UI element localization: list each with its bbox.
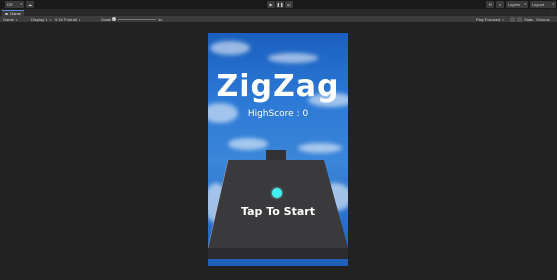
game-viewport: ZigZag HighScore : 0 Tap To Start [0,23,557,280]
chevron-down-icon: ▾ [552,2,554,6]
mute-audio-toggle[interactable] [510,17,515,22]
tab-menu-button[interactable]: ⋮ [550,10,554,15]
scale-label-text: Scale [101,17,112,22]
step-icon: ▸| [287,1,291,7]
game-view-controlbar: Game ▾ Display 1 ▾ 9:16 Portrait ▾ Scale… [0,16,557,23]
chevron-down-icon: ▾ [15,17,18,22]
pause-button[interactable]: ❚❚ [276,1,284,8]
chevron-down-icon: ▾ [502,17,504,22]
platform-top [208,160,348,248]
chevron-down-icon: ▾ [78,17,81,22]
account-label: DR [7,1,13,7]
resolution-dropdown[interactable]: 9:16 Portrait ▾ [55,16,80,23]
scale-label: Scale [101,16,111,23]
ball [272,188,282,198]
display-mode-dropdown[interactable]: Game ▾ [3,16,17,23]
scale-slider-handle[interactable] [112,17,116,21]
layout-dropdown[interactable]: Layout ▾ [530,1,556,8]
layers-dropdown[interactable]: Layers ▾ [506,1,528,8]
history-icon: ⟲ [488,1,492,7]
stats-toggle[interactable]: Stats [524,16,533,23]
search-icon: ⌕ [498,1,502,7]
scale-slider-track[interactable] [118,19,156,20]
platform [208,150,348,259]
cloud-button[interactable]: ☁ [26,1,34,8]
play-icon: ▶ [269,1,273,7]
collab-button[interactable]: ⟲ [486,1,494,8]
layout-label: Layout [532,1,545,7]
account-button[interactable]: DR ▾ [5,1,24,8]
play-button[interactable]: ▶ [267,1,275,8]
play-focused-dropdown[interactable]: Play Focused ▾ [476,16,504,23]
chevron-down-icon: ▾ [524,2,526,6]
gamepad-icon [5,12,8,15]
play-focused-label: Play Focused [476,17,501,22]
platform-side [208,248,348,259]
window-tab-strip: Game ⋮ [0,9,557,16]
gizmos-label: Gizmos [536,17,550,22]
main-toolbar: DR ▾ ☁ ▶ ❚❚ ▸| ⟲ ⌕ Layers ▾ Layout ▾ [0,0,557,9]
display-mode-label: Game [3,17,14,22]
chevron-down-icon: ▾ [20,2,22,6]
game-title: ZigZag [216,69,340,104]
display-label: Display 1 [31,17,48,22]
chevron-down-icon: ▾ [49,17,51,22]
more-options-icon: ⋮ [550,10,554,15]
scale-value-text: 1x [158,17,163,22]
highscore-text: HighScore : 0 [247,109,309,119]
scale-value: 1x [158,16,162,23]
shortcuts-toggle[interactable] [517,17,522,22]
step-button[interactable]: ▸| [285,1,293,8]
display-dropdown[interactable]: Display 1 ▾ [31,16,51,23]
layers-label: Layers [508,1,521,7]
tap-to-start-text[interactable]: Tap To Start [208,205,348,218]
stats-label: Stats [524,17,534,22]
pause-icon: ❚❚ [276,1,284,7]
game-screen[interactable]: ZigZag HighScore : 0 Tap To Start [208,33,348,266]
cloud-icon: ☁ [28,1,32,7]
platform-path-tile [266,150,286,160]
gizmos-toggle[interactable]: Gizmos [536,16,550,23]
resolution-label: 9:16 Portrait [55,17,77,22]
search-button[interactable]: ⌕ [496,1,504,8]
